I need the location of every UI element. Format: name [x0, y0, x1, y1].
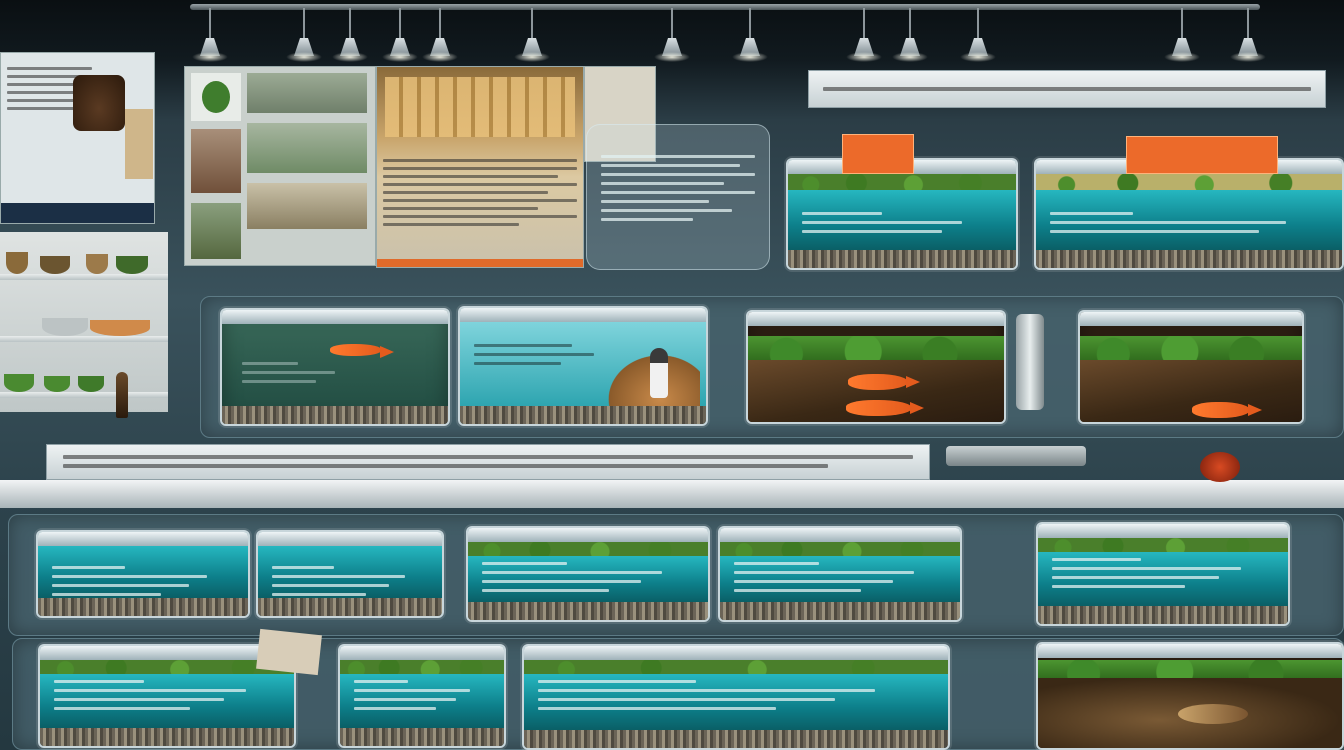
- specimen-photo: [73, 75, 125, 131]
- tank-row2-terrarium-2: [1078, 310, 1304, 424]
- aquarium-lab-scene: [0, 0, 1344, 750]
- ceiling-lamp-icon: [286, 8, 322, 62]
- ceiling-lamp-icon: [422, 8, 458, 62]
- tank-row4-2: [338, 644, 506, 748]
- tank-row2-fish: [220, 308, 450, 426]
- ceiling-lamp-icon: [514, 8, 550, 62]
- photo-collage: [184, 66, 376, 266]
- ceiling-lamp-icon: [846, 8, 882, 62]
- tank-row2-bird: [458, 306, 708, 426]
- tank-row4-terrarium: [1036, 642, 1344, 750]
- ceiling-lamp-icon: [1230, 8, 1266, 62]
- ceiling-lamp-icon: [892, 8, 928, 62]
- orange-label-1: [842, 134, 914, 174]
- tank-top-2: [1034, 158, 1344, 270]
- top-banner-sign: [808, 70, 1326, 108]
- tank-row3-5: [1036, 522, 1290, 626]
- translucent-label-panel: [586, 124, 770, 270]
- ceiling-lamp-icon: [654, 8, 690, 62]
- orange-label-2: [1126, 136, 1278, 174]
- horizontal-pipe: [0, 480, 1344, 508]
- ceiling-lamp-icon: [732, 8, 768, 62]
- tank-top-1: [786, 158, 1018, 270]
- tank-row3-2: [256, 530, 444, 618]
- tank-row3-4: [718, 526, 962, 622]
- valve-assembly: [946, 446, 1086, 466]
- ceiling-lamp-icon: [332, 8, 368, 62]
- ceiling-lamp-icon: [960, 8, 996, 62]
- paper-note: [256, 628, 322, 676]
- middle-banner-sign: [46, 444, 930, 480]
- ceiling-lamp-icon: [382, 8, 418, 62]
- wall-chart-poster: [0, 52, 155, 224]
- red-crab: [1200, 452, 1240, 482]
- ceiling-lamp-icon: [192, 8, 228, 62]
- tank-row3-1: [36, 530, 250, 618]
- tank-row4-3: [522, 644, 950, 750]
- info-board: [376, 66, 584, 268]
- ceiling-lamp-icon: [1164, 8, 1200, 62]
- figurine: [116, 372, 128, 418]
- tank-row2-terrarium-1: [746, 310, 1006, 424]
- tank-row3-3: [466, 526, 710, 622]
- left-shelf-unit: [0, 232, 168, 412]
- equipment-cylinder: [1016, 314, 1044, 410]
